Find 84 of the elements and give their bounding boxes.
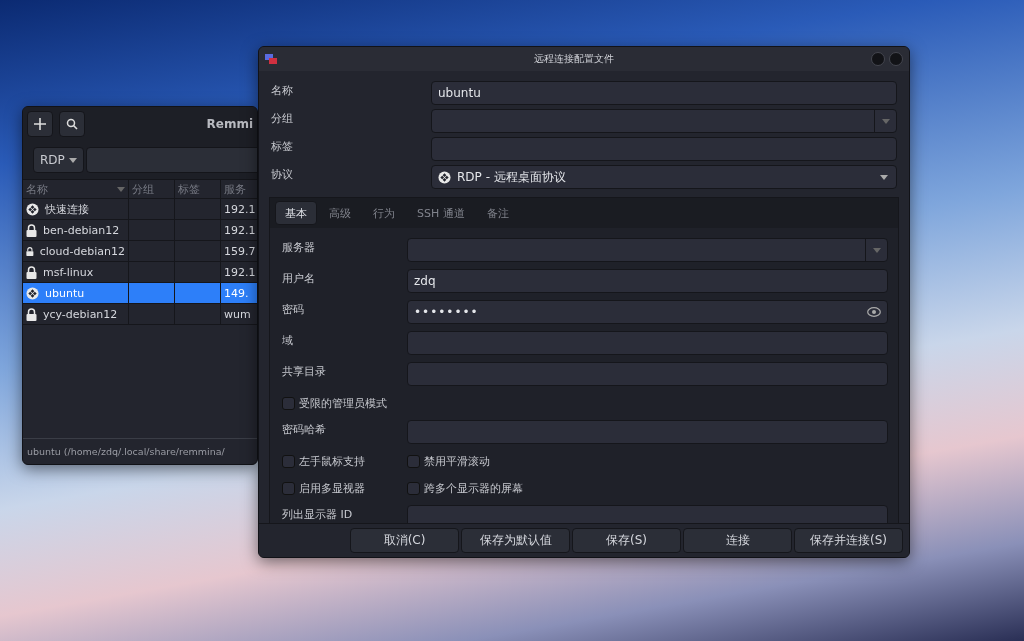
field-label: 共享目录 bbox=[282, 364, 327, 379]
table-cell bbox=[129, 304, 175, 325]
combo-field[interactable] bbox=[431, 109, 897, 133]
field-label: 域 bbox=[282, 333, 294, 348]
text-field[interactable] bbox=[431, 137, 897, 161]
field-label: 名称 bbox=[271, 83, 294, 98]
connection-name-cell[interactable]: ycy-debian12 bbox=[23, 304, 129, 325]
text-field[interactable]: ubuntu bbox=[431, 81, 897, 105]
table-cell bbox=[129, 262, 175, 283]
server-cell: wum bbox=[221, 304, 257, 325]
dialog-button[interactable]: 取消(C) bbox=[350, 528, 459, 553]
connection-name-cell[interactable]: msf-linux bbox=[23, 262, 129, 283]
text-field[interactable] bbox=[407, 331, 888, 355]
server-cell: 192.1 bbox=[221, 262, 257, 283]
lock-icon bbox=[26, 244, 34, 258]
checkbox[interactable]: 左手鼠标支持 bbox=[282, 453, 407, 469]
checkbox[interactable]: 受限的管理员模式 bbox=[282, 395, 407, 411]
app-icon bbox=[265, 54, 277, 64]
column-header[interactable]: 分组 bbox=[129, 180, 175, 199]
close-button[interactable] bbox=[889, 52, 903, 66]
window-title: Remmi bbox=[206, 117, 253, 131]
field-label: 密码哈希 bbox=[282, 422, 327, 437]
dialog-button[interactable]: 保存(S) bbox=[572, 528, 681, 553]
table-cell bbox=[129, 283, 175, 304]
combo-field[interactable] bbox=[407, 238, 888, 262]
tab[interactable]: 备注 bbox=[476, 201, 519, 225]
protocol-dropdown[interactable]: RDP bbox=[33, 147, 84, 173]
lock-icon bbox=[26, 223, 37, 237]
minimize-button[interactable] bbox=[871, 52, 885, 66]
caret-icon bbox=[872, 247, 881, 253]
table-cell bbox=[175, 283, 221, 304]
rdp-icon bbox=[26, 202, 39, 216]
search-button[interactable] bbox=[59, 111, 85, 137]
caret-icon bbox=[880, 174, 888, 180]
text-field[interactable] bbox=[407, 362, 888, 386]
tab[interactable]: 行为 bbox=[363, 201, 405, 225]
caret-icon bbox=[881, 118, 890, 124]
connection-name-cell[interactable]: cloud-debian12 bbox=[23, 241, 129, 262]
password-field[interactable]: •••••••• bbox=[407, 300, 888, 324]
checkbox[interactable]: 启用多显视器 bbox=[282, 480, 407, 496]
column-header[interactable]: 名称 bbox=[23, 180, 129, 199]
status-bar: ubuntu (/home/zdq/.local/share/remmina/ bbox=[23, 438, 257, 464]
rdp-icon bbox=[26, 286, 39, 300]
dialog-button[interactable]: 保存为默认值 bbox=[461, 528, 570, 553]
server-cell: 159.7 bbox=[221, 241, 257, 262]
rdp-icon bbox=[438, 170, 451, 184]
connection-name-cell[interactable]: 快速连接 bbox=[23, 199, 129, 220]
connection-name-cell[interactable]: ubuntu bbox=[23, 283, 129, 304]
protocol-dropdown[interactable]: RDP - 远程桌面协议 bbox=[431, 165, 897, 189]
server-cell: 192.1 bbox=[221, 199, 257, 220]
checkbox[interactable]: 跨多个显示器的屏幕 bbox=[407, 480, 888, 496]
table-cell bbox=[175, 304, 221, 325]
tab[interactable]: 基本 bbox=[275, 201, 317, 225]
checkbox[interactable]: 禁用平滑滚动 bbox=[407, 453, 888, 469]
add-button[interactable] bbox=[27, 111, 53, 137]
caret-icon bbox=[68, 157, 77, 163]
sort-icon bbox=[117, 186, 125, 192]
dialog-title: 远程连接配置文件 bbox=[533, 52, 615, 66]
server-cell: 192.1 bbox=[221, 220, 257, 241]
text-field[interactable] bbox=[407, 420, 888, 444]
connection-name-cell[interactable]: ben-debian12 bbox=[23, 220, 129, 241]
column-header[interactable]: 服务 bbox=[221, 180, 257, 199]
field-label: 协议 bbox=[271, 167, 294, 182]
field-label: 用户名 bbox=[282, 271, 316, 286]
tab[interactable]: SSH 通道 bbox=[407, 201, 475, 225]
plus-icon bbox=[33, 117, 47, 131]
dialog-button[interactable]: 保存并连接(S) bbox=[794, 528, 903, 553]
search-field[interactable] bbox=[85, 147, 257, 173]
eye-icon[interactable] bbox=[867, 307, 881, 317]
lock-icon bbox=[26, 307, 37, 321]
dialog-button[interactable]: 连接 bbox=[683, 528, 792, 553]
field-label: 标签 bbox=[271, 139, 294, 154]
lock-icon bbox=[26, 265, 37, 279]
table-cell bbox=[175, 262, 221, 283]
text-field[interactable]: zdq bbox=[407, 269, 888, 293]
text-field[interactable] bbox=[407, 505, 888, 523]
tab[interactable]: 高级 bbox=[319, 201, 361, 225]
column-header[interactable]: 标签 bbox=[175, 180, 221, 199]
server-cell: 149. bbox=[221, 283, 257, 304]
field-label: 服务器 bbox=[282, 240, 316, 255]
field-label: 分组 bbox=[271, 111, 294, 126]
field-label: 列出显示器 ID bbox=[282, 507, 354, 522]
field-label: 密码 bbox=[282, 302, 305, 317]
search-icon bbox=[66, 118, 78, 130]
